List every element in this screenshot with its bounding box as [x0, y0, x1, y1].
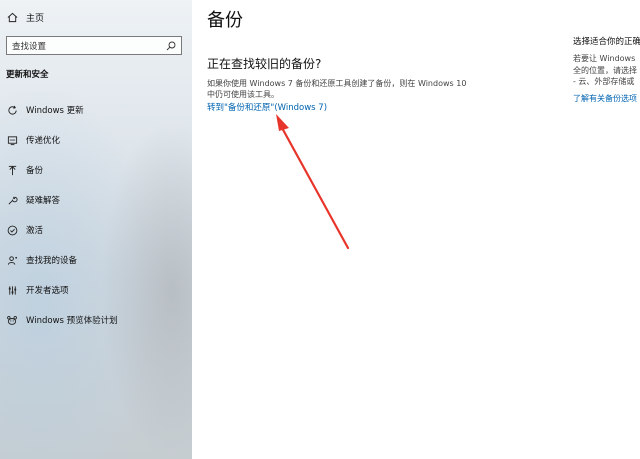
- sidebar-item-label: 传递优化: [26, 136, 61, 146]
- insider-icon: [6, 314, 18, 326]
- delivery-optimization-icon: [6, 134, 18, 146]
- sidebar-item-troubleshoot[interactable]: 疑难解答: [6, 192, 60, 208]
- sidebar-item-delivery-optimization[interactable]: 传递优化: [6, 132, 60, 148]
- backup-arrow-icon: [6, 164, 18, 176]
- search-icon[interactable]: [166, 41, 176, 51]
- check-circle-icon: [6, 224, 18, 236]
- arrow-shaft: [279, 124, 350, 250]
- sidebar-item-label: 开发者选项: [26, 286, 69, 296]
- home-nav-item[interactable]: 主页: [6, 8, 44, 26]
- sidebar-item-windows-insider[interactable]: Windows 预览体验计划: [6, 312, 118, 328]
- sidebar-item-label: 查找我的设备: [26, 256, 78, 266]
- refresh-icon: [6, 104, 18, 116]
- person-location-icon: [6, 254, 18, 266]
- settings-search-input[interactable]: 查找设置: [6, 36, 182, 55]
- sidebar-item-label: 疑难解答: [26, 196, 61, 206]
- sidebar-item-label: 备份: [26, 166, 44, 176]
- annotation-arrow: [276, 114, 350, 250]
- search-placeholder: 查找设置: [12, 41, 47, 52]
- sidebar-item-label: Windows 预览体验计划: [26, 316, 118, 326]
- home-icon: [6, 11, 18, 23]
- section-title: 更新和安全: [6, 70, 49, 80]
- sidebar-item-label: 激活: [26, 226, 44, 236]
- developer-icon: [6, 284, 18, 296]
- arrow-head: [276, 114, 289, 131]
- sidebar-item-developer-options[interactable]: 开发者选项: [6, 282, 69, 298]
- sidebar-item-backup[interactable]: 备份: [6, 162, 43, 178]
- sidebar-item-activation[interactable]: 激活: [6, 222, 43, 238]
- home-label: 主页: [26, 13, 45, 24]
- sidebar-item-find-my-device[interactable]: 查找我的设备: [6, 252, 77, 268]
- wrench-icon: [6, 194, 18, 206]
- sidebar-item-windows-update[interactable]: Windows 更新: [6, 102, 84, 118]
- sidebar-item-label: Windows 更新: [26, 106, 84, 116]
